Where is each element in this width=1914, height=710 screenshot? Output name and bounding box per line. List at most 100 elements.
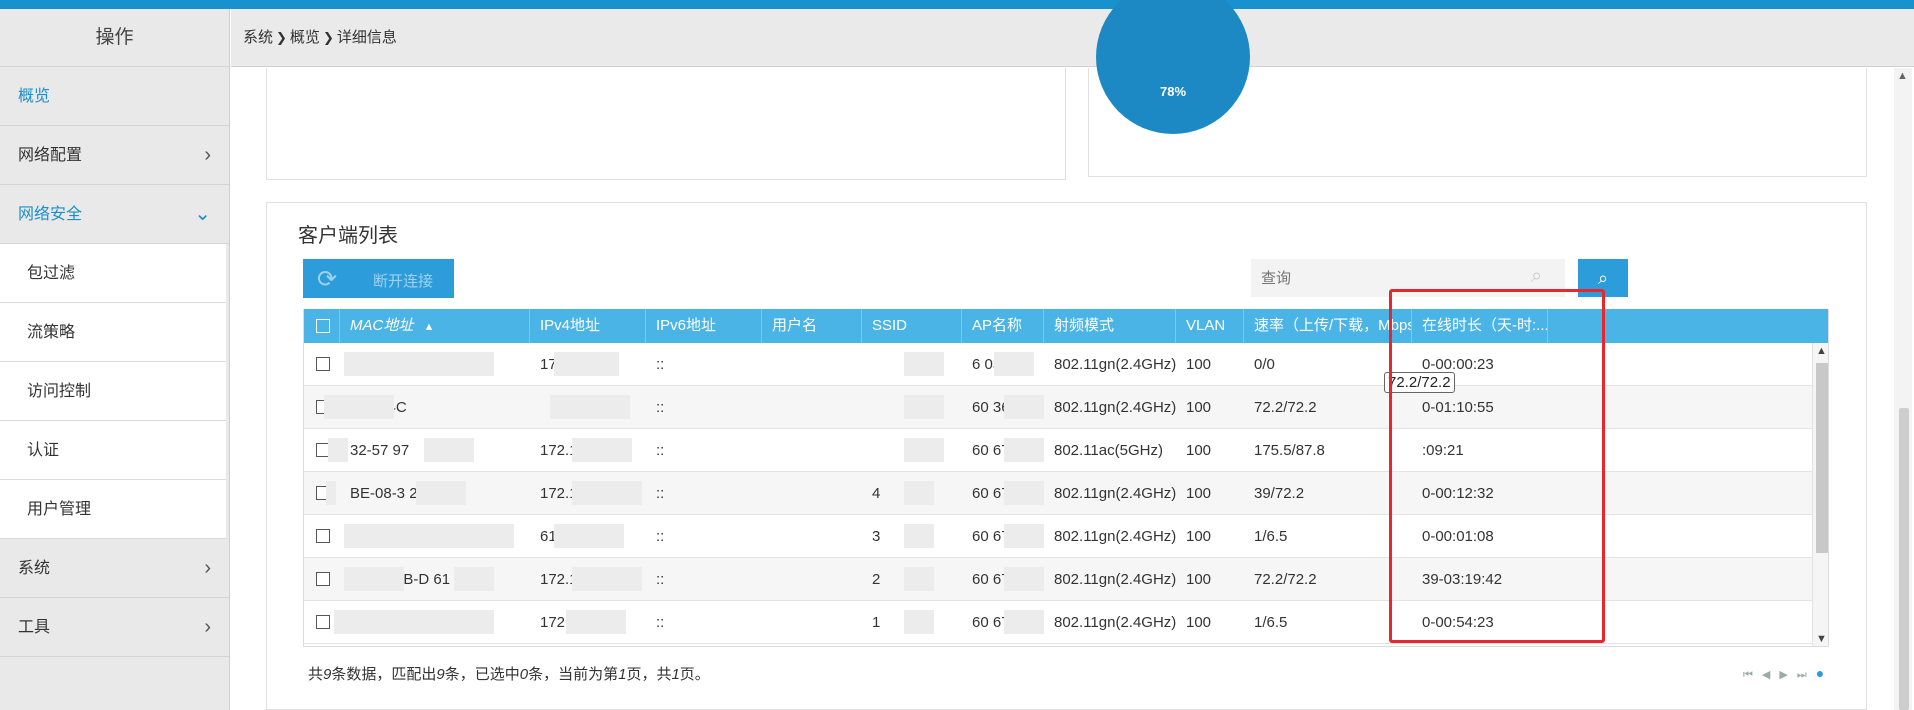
col-username[interactable]: 用户名 [762,309,862,343]
cell-mode: 802.11gn(2.4GHz) [1054,528,1176,545]
sidebar-item-overview[interactable]: 概览 [0,67,229,126]
disconnect-button[interactable]: ⟳ 断开连接 [303,259,454,298]
table-row[interactable]: 64-A7-2B-D 61172.16 40::260 67...802.11g… [304,558,1812,601]
redaction-mask [328,438,348,462]
row-checkbox[interactable] [316,572,330,586]
sidebar-subitem-access-control[interactable]: 访问控制 [0,362,226,421]
cell-rate: 72.2/72.2 [1254,571,1317,588]
redaction-mask [904,352,944,376]
redaction-mask [904,481,934,505]
summary-text: 页。 [679,666,710,683]
col-ssid[interactable]: SSID [862,309,962,343]
cell-mode: 802.11gn(2.4GHz) [1054,614,1176,631]
table-row[interactable]: D172.16. 76::160 67...802.11gn(2.4GHz)10… [304,601,1812,644]
row-checkbox[interactable] [316,529,330,543]
col-ap-name[interactable]: AP名称 [962,309,1044,343]
first-page-icon[interactable]: ⏮ [1743,669,1762,681]
cell-user [762,386,862,429]
sidebar-item-label: 网络配置 [18,147,83,164]
breadcrumb-separator-icon: ❯ [276,30,287,45]
client-table: MAC地址 ▲ IPv4地址 IPv6地址 用户名 SSID AP名称 射频模式… [303,309,1829,647]
page-scrollbar-thumb[interactable] [1899,408,1909,710]
table-row[interactable]: 32-57 97 172.16 8:: 60 67... 802.11ac(5GHz)… [304,429,1812,472]
table-row[interactable]: ( 3-C 4C::60 367...802.11gn(2.4GHz)10072… [304,386,1812,429]
last-page-icon[interactable]: ⏭ [1797,669,1816,681]
cell-mode: 802.11gn(2.4GHz) [1054,356,1176,373]
sidebar-item-tools[interactable]: 工具 › [0,598,229,657]
search-icon[interactable]: ⌕ [1531,265,1542,288]
row-checkbox[interactable] [316,357,330,371]
col-vlan[interactable]: VLAN [1176,309,1244,343]
table-row[interactable]: 172.16.1::6 0367...802.11gn(2.4GHz)1000/… [304,343,1812,386]
col-mac[interactable]: MAC地址 ▲ [340,309,530,343]
overview-panel-left [266,68,1066,180]
select-all-checkbox[interactable] [316,319,330,333]
col-ipv6[interactable]: IPv6地址 [646,309,762,343]
header-select-cell [304,309,340,343]
sidebar-subitem-auth[interactable]: 认证 [0,421,226,480]
breadcrumb-separator-icon: ❯ [322,30,334,45]
redaction-mask [344,352,494,376]
search-input[interactable] [1251,259,1565,297]
redaction-mask [1004,524,1044,548]
table-header: MAC地址 ▲ IPv4地址 IPv6地址 用户名 SSID AP名称 射频模式… [304,309,1828,343]
client-list-panel: 客户端列表 ⟳ 断开连接 ⌕ ⌕ MAC地址 ▲ IPv4地址 IPv6地址 用… [266,202,1867,710]
redaction-mask [1004,395,1044,419]
cell-ipv6: :: [656,614,665,631]
col-radio-mode[interactable]: 射频模式 [1044,309,1176,343]
col-ipv4[interactable]: IPv4地址 [530,309,646,343]
redaction-mask [572,438,632,462]
table-scrollbar-thumb[interactable] [1816,363,1828,553]
redaction-mask [554,352,619,376]
refresh-icon: ⟳ [317,266,338,293]
next-page-icon[interactable]: ▶ [1779,669,1796,681]
breadcrumb-item[interactable]: 概览 [290,29,320,46]
scroll-down-icon[interactable]: ▼ [1816,633,1827,645]
page-scrollbar[interactable]: ▲ [1894,68,1912,710]
cell-rate: 1/6.5 [1254,528,1288,545]
sidebar-item-label: 系统 [18,560,51,577]
advanced-search-icon: ⌕ [1597,268,1609,288]
breadcrumb-item-current: 详细信息 [336,29,397,46]
row-checkbox[interactable] [316,615,330,629]
table-scrollbar[interactable]: ▲ ▼ [1812,343,1828,646]
tip-bulb-icon[interactable]: ● [1816,665,1833,681]
advanced-search-button[interactable]: ⌕ [1578,259,1628,297]
cell-user [762,343,862,386]
sidebar-subitem-user-mgmt[interactable]: 用户管理 [0,480,226,539]
redaction-mask [904,524,934,548]
sidebar-item-system[interactable]: 系统 › [0,539,229,598]
pagination: ⏮◀▶⏭● [1743,665,1833,682]
sidebar-item-label: 工具 [18,619,51,636]
disconnect-label: 断开连接 [373,273,434,290]
cell-time: 39-03:19:42 [1422,571,1503,588]
cell-time: 0-00:01:08 [1422,528,1494,545]
col-rate[interactable]: 速率（上传/下载，Mbps... [1244,309,1412,343]
table-row[interactable]: BE-08-3 26172.1 113::460 67...802.11gn(2… [304,472,1812,515]
scroll-up-icon[interactable]: ▲ [1816,345,1827,357]
breadcrumb-item[interactable]: 系统 [243,29,273,46]
sidebar-subitem-packet-filter[interactable]: 包过滤 [0,244,226,303]
table-row[interactable]: 61:: 3 60 67... 802.11gn(2.4GHz) 100 1/6.5 0-0… [304,515,1812,558]
sort-asc-icon: ▲ [423,321,435,333]
sidebar-item-network-security[interactable]: 网络安全 ⌄ [0,185,229,244]
sidebar-subitem-flow-policy[interactable]: 流策略 [0,303,226,362]
cell-vlan: 100 [1186,399,1212,416]
chevron-right-icon: › [204,616,211,638]
redaction-mask [550,395,630,419]
summary-selected: 0 [519,666,529,683]
top-accent-bar [0,0,1914,9]
redaction-mask [424,438,474,462]
cell-ipv6: :: [656,399,665,416]
cell-vlan: 100 [1186,614,1212,631]
col-online-time[interactable]: 在线时长（天-时:... [1412,309,1548,343]
redaction-mask [326,481,336,505]
summary-matched: 9 [436,666,445,683]
scroll-up-icon[interactable]: ▲ [1897,70,1908,82]
sidebar-header: 操作 [0,9,229,67]
redaction-mask [554,524,624,548]
redaction-mask [904,567,934,591]
sidebar-item-network-config[interactable]: 网络配置 › [0,126,229,185]
prev-page-icon[interactable]: ◀ [1762,669,1779,681]
summary-text: 条，已选中 [444,666,520,683]
